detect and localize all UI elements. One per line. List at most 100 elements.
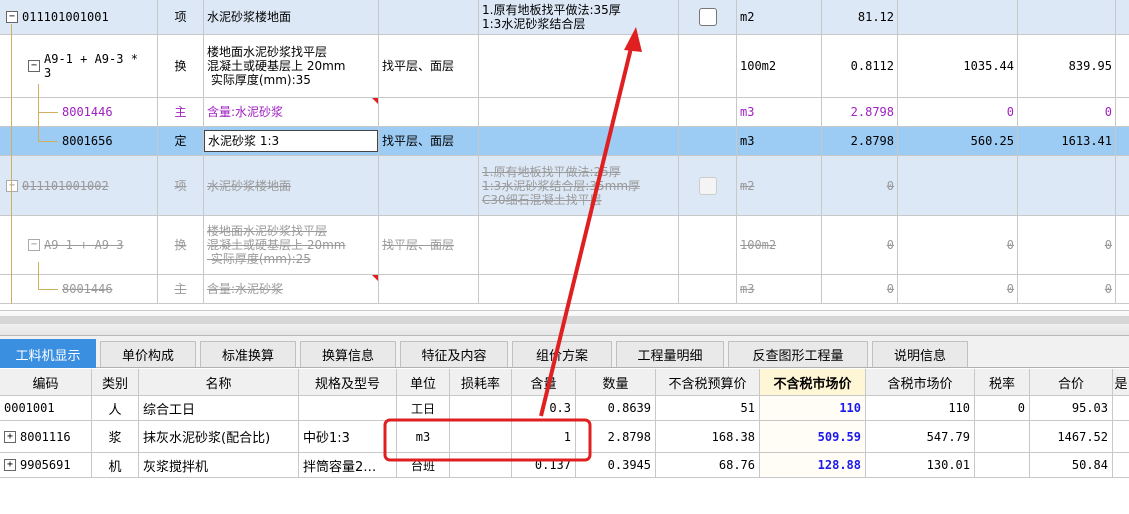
item-feature[interactable] <box>379 0 479 34</box>
resource-unit[interactable]: m3 <box>397 421 450 452</box>
row-checkbox[interactable] <box>698 176 717 195</box>
quota-row-disabled[interactable]: − A9-1 + A9-3 换 楼地面水泥砂浆找平层 混凝土或硬基层上 20mm … <box>0 216 1129 275</box>
quota-quantity[interactable]: 2.8798 <box>822 127 898 155</box>
col-content[interactable]: 含量 <box>512 369 576 395</box>
quota-row[interactable]: − A9-1 + A9-3 * 3 换 楼地面水泥砂浆找平层 混凝土或硬基层上 2… <box>0 35 1129 98</box>
col-spec[interactable]: 规格及型号 <box>299 369 397 395</box>
tab-standard-conversion[interactable]: 标准换算 <box>200 341 296 367</box>
resource-loss-rate[interactable] <box>450 453 512 477</box>
resource-quantity[interactable]: 0.8639 <box>576 396 656 420</box>
quota-total: 0 <box>1104 238 1112 252</box>
resource-quantity[interactable]: 0.3945 <box>576 453 656 477</box>
resource-name[interactable]: 灰浆搅拌机 <box>139 453 299 477</box>
col-category[interactable]: 类别 <box>92 369 139 395</box>
item-description[interactable]: 1.原有地板找平做法:35厚 1:3水泥砂浆结合层 <box>479 0 679 34</box>
resource-market-price[interactable]: 509.59 <box>760 421 866 452</box>
resource-name[interactable]: 抹灰水泥砂浆(配合比) <box>139 421 299 452</box>
material-unit-price: 0 <box>1006 282 1014 296</box>
resource-content[interactable]: 1 <box>512 421 576 452</box>
col-name[interactable]: 名称 <box>139 369 299 395</box>
resource-tax-rate[interactable] <box>975 453 1030 477</box>
quota-unit[interactable]: 100m2 <box>737 35 822 97</box>
expand-icon[interactable]: + <box>4 459 16 471</box>
item-name[interactable]: 水泥砂浆楼地面 <box>204 0 379 34</box>
col-market-price-inc-tax[interactable]: 含税市场价 <box>866 369 975 395</box>
resource-unit[interactable]: 工日 <box>397 396 450 420</box>
tree-connector <box>38 289 58 290</box>
quota-type: 换 <box>174 238 187 252</box>
col-unit[interactable]: 单位 <box>397 369 450 395</box>
resource-loss-rate[interactable] <box>450 396 512 420</box>
quota-code: 8001656 <box>0 127 158 155</box>
material-row[interactable]: 8001446 主 含量:水泥砂浆 m3 2.8798 0 0 <box>0 98 1129 127</box>
horizontal-scrollbar[interactable] <box>0 316 1129 324</box>
selected-quota-row[interactable]: 8001656 定 水泥砂浆 1:3 找平层、面层 m3 2.8798 560.… <box>0 127 1129 156</box>
tab-pricing-scheme[interactable]: 组价方案 <box>512 341 612 367</box>
col-total-price[interactable]: 合价 <box>1030 369 1113 395</box>
expand-icon[interactable]: + <box>4 430 16 443</box>
tab-features-content[interactable]: 特征及内容 <box>400 341 508 367</box>
material-unit[interactable]: m3 <box>737 98 822 126</box>
resource-spec[interactable] <box>299 396 397 420</box>
resource-unit[interactable]: 台班 <box>397 453 450 477</box>
quota-work-content[interactable]: 找平层、面层 <box>379 35 479 97</box>
tab-labor-material-machine[interactable]: 工料机显示 <box>0 339 96 368</box>
resource-category: 机 <box>92 453 139 477</box>
quota-quantity[interactable]: 0.8112 <box>822 35 898 97</box>
tab-notes[interactable]: 说明信息 <box>872 341 968 367</box>
material-name: 含量:水泥砂浆 <box>207 105 284 119</box>
item-unit[interactable]: m2 <box>737 0 822 34</box>
resource-row[interactable]: +8001116 浆 抹灰水泥砂浆(配合比) 中砂1:3 m3 1 2.8798… <box>0 421 1129 453</box>
col-tax-rate[interactable]: 税率 <box>975 369 1030 395</box>
collapse-icon[interactable]: − <box>28 239 40 251</box>
resource-quantity[interactable]: 2.8798 <box>576 421 656 452</box>
tab-conversion-info[interactable]: 换算信息 <box>300 341 396 367</box>
resource-spec[interactable]: 中砂1:3 <box>299 421 397 452</box>
resource-market-price[interactable]: 110 <box>760 396 866 420</box>
note-marker-icon <box>372 275 378 281</box>
col-code[interactable]: 编码 <box>0 369 92 395</box>
resource-content[interactable]: 0.3 <box>512 396 576 420</box>
bill-item-row-disabled[interactable]: −011101001002 项 水泥砂浆楼地面 1.原有地板找平做法:25厚 1… <box>0 156 1129 216</box>
quota-work-content[interactable]: 找平层、面层 <box>379 127 479 155</box>
quota-name[interactable]: 楼地面水泥砂浆找平层 混凝土或硬基层上 20mm 实际厚度(mm):35 <box>204 35 379 97</box>
col-loss-rate[interactable]: 损耗率 <box>450 369 512 395</box>
resource-loss-rate[interactable] <box>450 421 512 452</box>
col-market-price-ex-tax[interactable]: 不含税市场价 <box>760 369 866 395</box>
col-quantity[interactable]: 数量 <box>576 369 656 395</box>
resource-spec[interactable]: 拌筒容量2… <box>299 453 397 477</box>
material-row-disabled[interactable]: 8001446 主 含量:水泥砂浆 m3 0 0 0 <box>0 275 1129 304</box>
bill-item-row[interactable]: −011101001001 项 水泥砂浆楼地面 1.原有地板找平做法:35厚 1… <box>0 0 1129 35</box>
item-code: 011101001001 <box>22 10 109 24</box>
collapse-icon[interactable]: − <box>6 179 18 192</box>
item-quantity[interactable]: 81.12 <box>822 0 898 34</box>
resource-tax-rate[interactable] <box>975 421 1030 452</box>
tab-reverse-lookup-quantity[interactable]: 反查图形工程量 <box>728 341 868 367</box>
quota-name-editor[interactable]: 水泥砂浆 1:3 <box>204 130 378 152</box>
resource-market-price-inc-tax[interactable]: 110 <box>866 396 975 420</box>
collapse-icon[interactable]: − <box>6 11 18 23</box>
tab-unit-price-composition[interactable]: 单价构成 <box>100 341 196 367</box>
quota-type: 换 <box>158 35 204 97</box>
resource-market-price-inc-tax[interactable]: 547.79 <box>866 421 975 452</box>
col-budget-price-ex-tax[interactable]: 不含税预算价 <box>656 369 760 395</box>
row-checkbox[interactable] <box>698 8 717 26</box>
resource-name[interactable]: 综合工日 <box>139 396 299 420</box>
material-quantity[interactable]: 2.8798 <box>822 98 898 126</box>
col-flag[interactable]: 是 <box>1113 369 1129 395</box>
resource-budget-price: 168.38 <box>656 421 760 452</box>
item-unit: m2 <box>740 178 755 193</box>
quota-unit[interactable]: m3 <box>737 127 822 155</box>
tab-quantity-details[interactable]: 工程量明细 <box>616 341 724 367</box>
resource-row[interactable]: 0001001 人 综合工日 工日 0.3 0.8639 51 110 110 … <box>0 396 1129 421</box>
material-total: 0 <box>1104 282 1112 296</box>
resource-market-price-inc-tax[interactable]: 130.01 <box>866 453 975 477</box>
resource-row[interactable]: +9905691 机 灰浆搅拌机 拌筒容量2… 台班 0.137 0.3945 … <box>0 453 1129 478</box>
resource-tax-rate[interactable]: 0 <box>975 396 1030 420</box>
quota-unit-price: 0 <box>1006 238 1014 252</box>
resource-market-price[interactable]: 128.88 <box>760 453 866 477</box>
collapse-icon[interactable]: − <box>28 60 40 72</box>
material-unit-price: 0 <box>898 98 1018 126</box>
detail-grid-header: 编码 类别 名称 规格及型号 单位 损耗率 含量 数量 不含税预算价 不含税市场… <box>0 369 1129 396</box>
resource-content[interactable]: 0.137 <box>512 453 576 477</box>
